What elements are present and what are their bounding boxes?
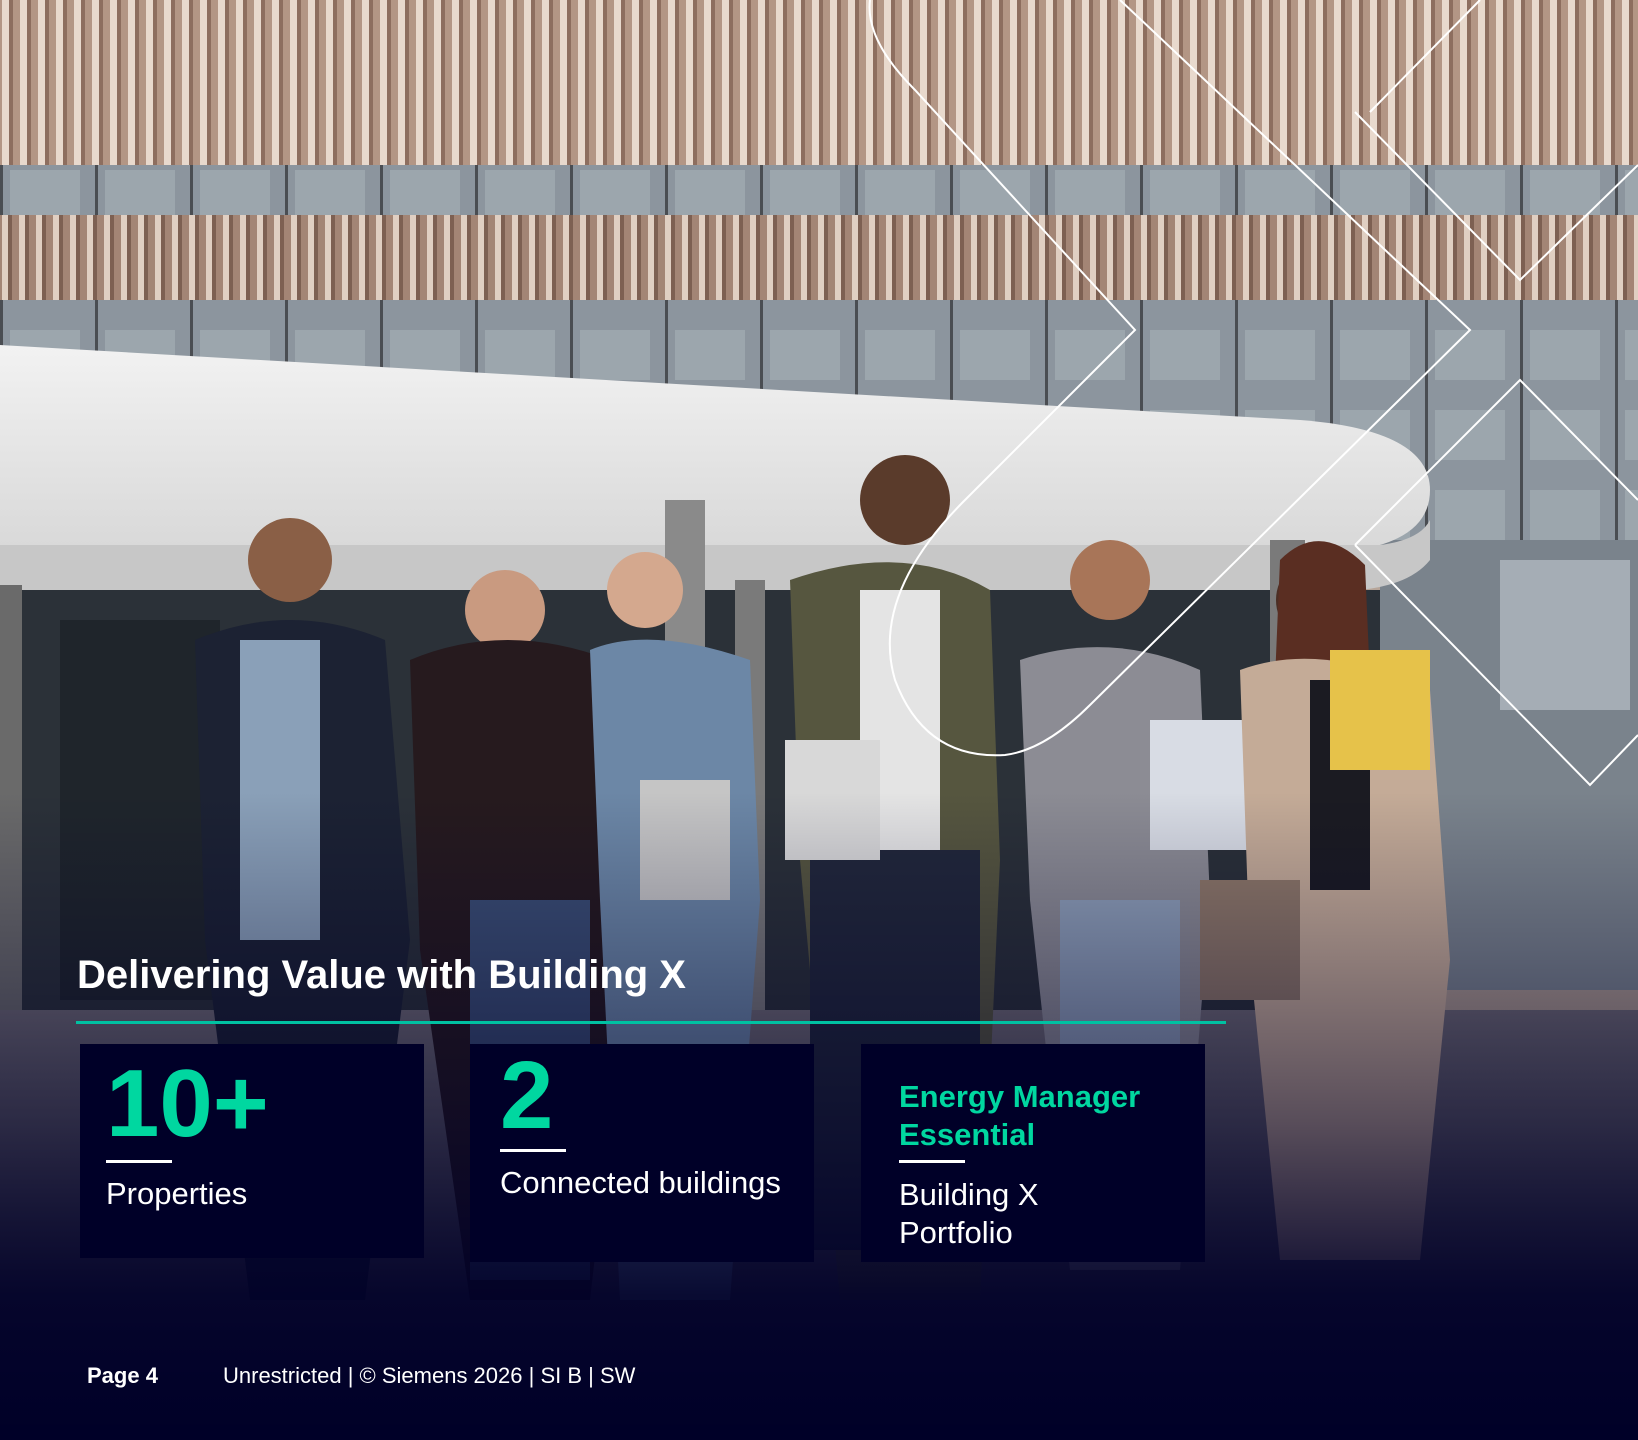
kpi-value: 10+ [106,1050,269,1157]
page-number: Page 4 [87,1363,158,1388]
kpi-card-connected-buildings: 2 Connected buildings [470,1044,814,1262]
slide-title: Delivering Value with Building X [77,953,686,997]
kpi-value: Energy Manager Essential [899,1079,1141,1152]
footer-classification: Unrestricted | © Siemens 2026 | SI B | S… [223,1363,636,1388]
kpi-card-properties: 10+ Properties [80,1044,424,1258]
kpi-divider [899,1160,965,1163]
kpi-label: Connected buildings [500,1165,781,1200]
slide: Delivering Value with Building X 10+ Pro… [0,0,1638,1440]
kpi-label: Properties [106,1176,248,1211]
kpi-divider [106,1160,172,1163]
kpi-divider [500,1149,566,1152]
kpi-card-energy-manager: Energy Manager Essential Building X Port… [861,1044,1205,1262]
kpi-value: 2 [500,1042,554,1149]
title-divider [76,1021,1226,1024]
footer: Page 4 Unrestricted | © Siemens 2026 | SI… [87,1363,635,1389]
kpi-label: Building X Portfolio [899,1177,1039,1250]
